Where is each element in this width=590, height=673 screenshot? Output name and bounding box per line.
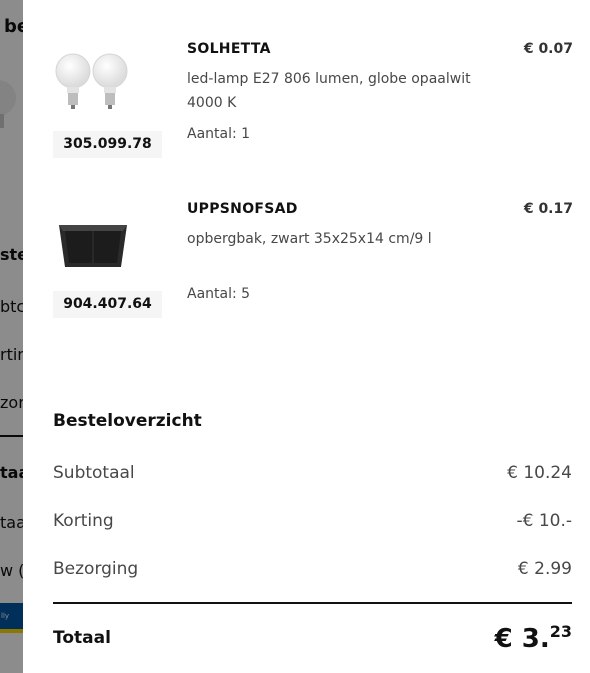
total-main: € 3.: [494, 624, 550, 654]
product-quantity: Aantal: 1: [187, 126, 251, 142]
summary-value: € 10.24: [507, 463, 572, 483]
product-price: € 0.07: [523, 41, 573, 57]
summary-title: Besteloverzicht: [53, 411, 202, 431]
cut-off-heading: [353, 0, 393, 2]
storage-box-icon: [59, 225, 127, 267]
product-quantity: Aantal: 5: [187, 286, 251, 302]
total-divider: [53, 602, 572, 604]
total-value: € 3.23: [495, 622, 572, 654]
summary-label: Subtotaal: [53, 463, 135, 483]
article-number: 305.099.78: [53, 131, 162, 158]
summary-row-delivery: Bezorging € 2.99: [53, 559, 572, 583]
product-description: opbergbak, zwart 35x25x14 cm/9 l: [187, 231, 432, 247]
product-item: 904.407.64 UPPSNOFSAD opbergbak, zwart 3…: [53, 201, 573, 351]
total-label: Totaal: [53, 628, 111, 648]
product-name: UPPSNOFSAD: [187, 201, 298, 217]
summary-label: Bezorging: [53, 559, 139, 579]
summary-row-subtotal: Subtotaal € 10.24: [53, 463, 572, 487]
product-item: 305.099.78 SOLHETTA led-lamp E27 806 lum…: [53, 41, 573, 191]
product-description: led-lamp E27 806 lumen, globe opaalwit 4…: [187, 71, 471, 111]
summary-value: -€ 10.-: [516, 511, 572, 531]
product-name: SOLHETTA: [187, 41, 271, 57]
modal-scrim[interactable]: [0, 0, 23, 673]
total-cents: 23: [549, 622, 572, 641]
light-bulb-icon: [55, 53, 128, 109]
article-number: 904.407.64: [53, 291, 162, 318]
product-price: € 0.17: [523, 201, 573, 217]
summary-value: € 2.99: [517, 559, 572, 579]
summary-label: Korting: [53, 511, 114, 531]
summary-row-discount: Korting -€ 10.-: [53, 511, 572, 535]
order-panel: 305.099.78 SOLHETTA led-lamp E27 806 lum…: [23, 0, 590, 673]
